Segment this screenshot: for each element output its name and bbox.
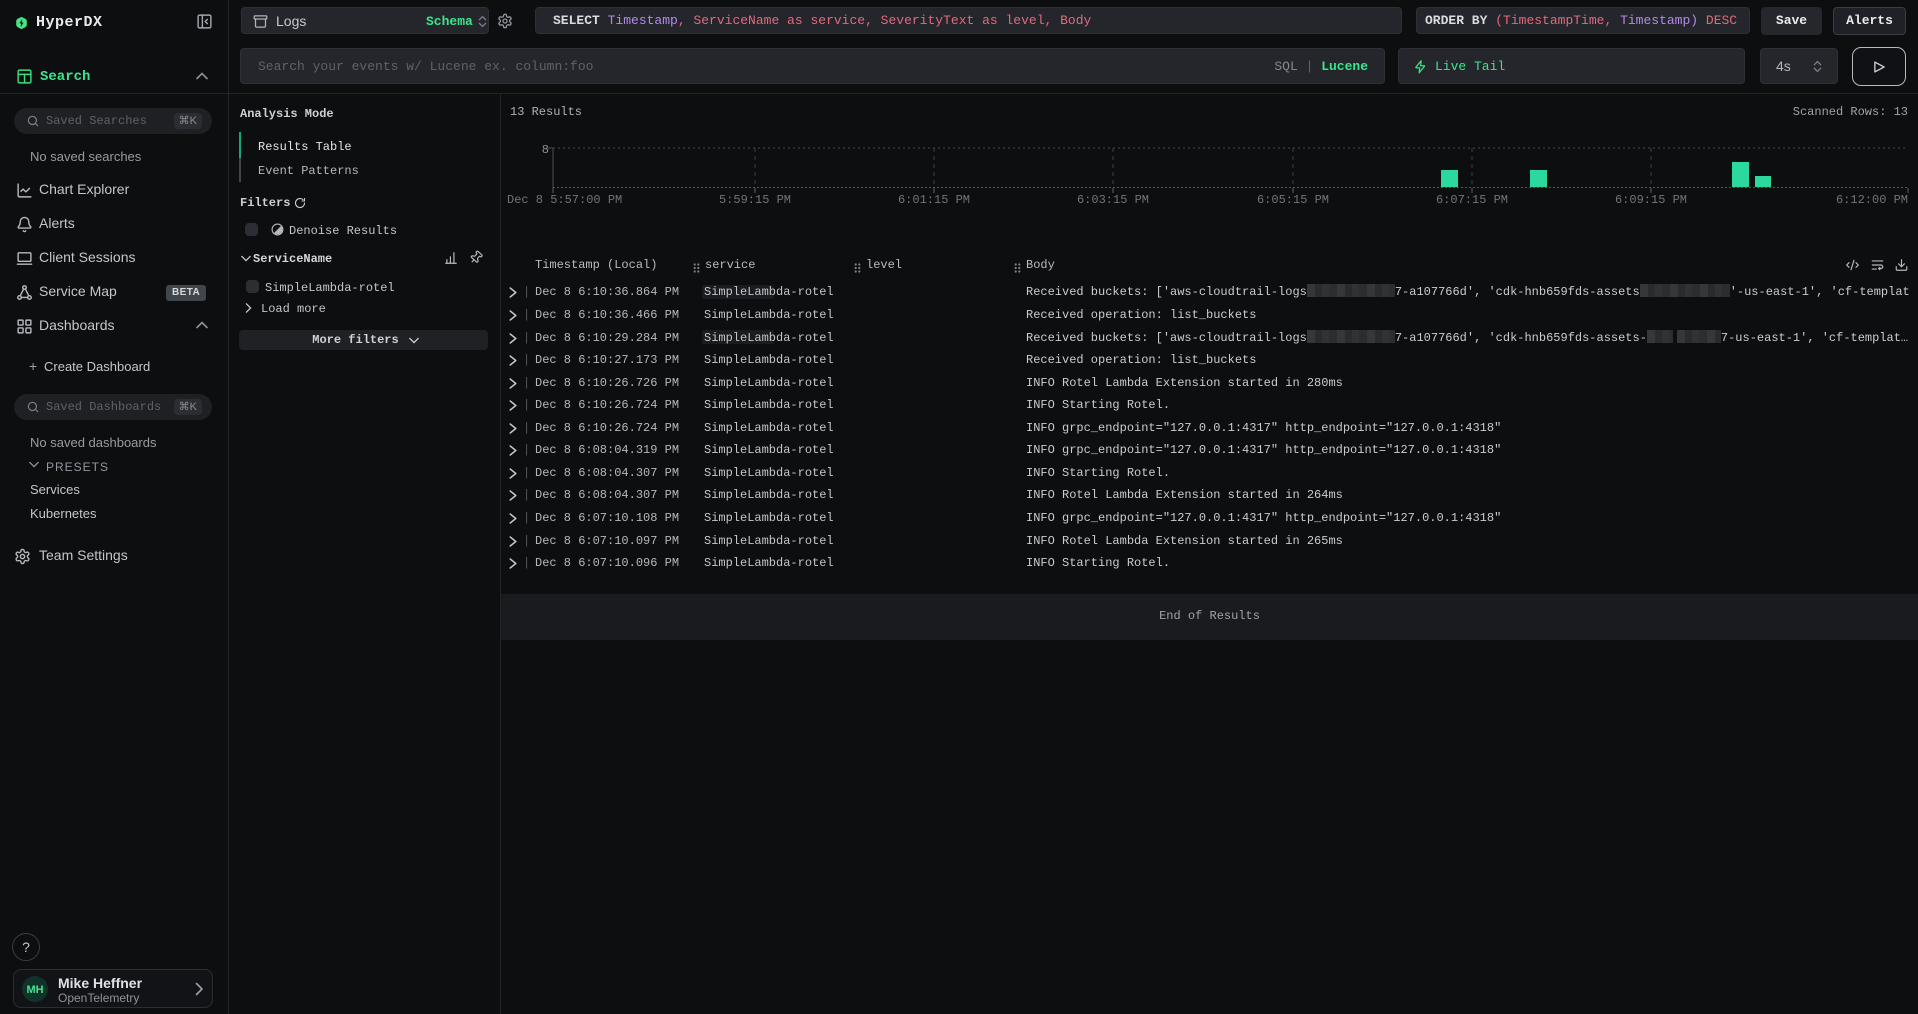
svg-text:6:12:00 PM: 6:12:00 PM [1836, 193, 1908, 205]
svg-text:6:07:15 PM: 6:07:15 PM [1436, 193, 1508, 205]
svg-text:6:09:15 PM: 6:09:15 PM [1615, 193, 1687, 205]
svg-text:6:01:15 PM: 6:01:15 PM [898, 193, 970, 205]
svg-text:6:03:15 PM: 6:03:15 PM [1077, 193, 1149, 205]
svg-text:5:59:15 PM: 5:59:15 PM [719, 193, 791, 205]
svg-text:6:05:15 PM: 6:05:15 PM [1257, 193, 1329, 205]
svg-text:Dec 8 5:57:00 PM: Dec 8 5:57:00 PM [507, 193, 622, 205]
svg-text:8: 8 [542, 143, 549, 157]
